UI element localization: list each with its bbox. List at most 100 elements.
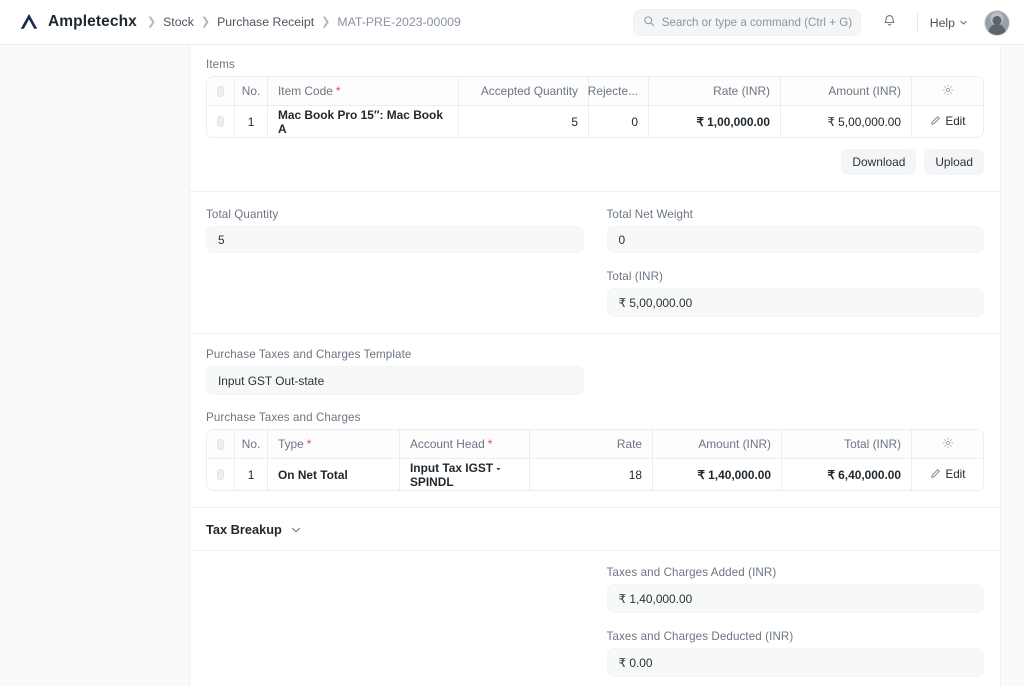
- notifications-button[interactable]: [875, 8, 905, 38]
- breadcrumb-item-document-id[interactable]: MAT-PRE-2023-00009: [337, 15, 461, 29]
- totals-right-column: Total Net Weight 0 Total (INR) ₹ 5,00,00…: [607, 208, 985, 317]
- taxes-charges-deducted-value[interactable]: ₹ 0.00: [607, 648, 985, 677]
- taxes-col-rate: Rate: [530, 430, 653, 458]
- items-row-rate[interactable]: ₹ 1,00,000.00: [649, 106, 781, 137]
- items-section-label: Items: [206, 58, 984, 71]
- download-button[interactable]: Download: [841, 149, 916, 175]
- ampletechx-logo-icon: [18, 11, 40, 33]
- avatar[interactable]: [984, 10, 1010, 36]
- taxes-charges-added-value[interactable]: ₹ 1,40,000.00: [607, 584, 985, 613]
- items-col-accepted-quantity: Accepted Quantity: [459, 77, 589, 105]
- brand-home-link[interactable]: Ampletechx: [18, 11, 137, 33]
- items-grid-header-row: No. Item Code* Accepted Quantity Rejecte…: [207, 77, 983, 105]
- tax-breakup-section: Taxes and Charges Added (INR) ₹ 1,40,000…: [190, 551, 1000, 686]
- taxes-section: Purchase Taxes and Charges Template Inpu…: [190, 334, 1000, 491]
- taxes-grid-settings-button[interactable]: [912, 430, 983, 458]
- taxes-template-value[interactable]: Input GST Out-state: [206, 366, 584, 395]
- left-gutter: [0, 45, 190, 686]
- bell-icon: [882, 13, 897, 33]
- pencil-icon: [930, 468, 941, 482]
- total-quantity-field: Total Quantity 5: [206, 208, 584, 253]
- total-inr-value[interactable]: ₹ 5,00,000.00: [607, 288, 985, 317]
- taxes-row-rate[interactable]: 18: [530, 459, 653, 490]
- gear-icon: [942, 84, 954, 99]
- taxes-template-field: Purchase Taxes and Charges Template Inpu…: [206, 348, 584, 395]
- breadcrumb-separator-icon: ❯: [147, 17, 156, 28]
- taxes-row-edit-label: Edit: [946, 468, 966, 481]
- items-col-rate: Rate (INR): [649, 77, 781, 105]
- taxes-select-all-checkbox[interactable]: [207, 430, 235, 458]
- taxes-row-edit-button[interactable]: Edit: [912, 459, 983, 490]
- breadcrumb: ❯ Stock ❯ Purchase Receipt ❯ MAT-PRE-202…: [147, 15, 461, 29]
- totals-section: Total Quantity 5 Total Net Weight 0 Tota…: [190, 192, 1000, 333]
- items-row-edit-label: Edit: [946, 115, 966, 128]
- breadcrumb-item-stock[interactable]: Stock: [163, 15, 194, 29]
- tax-breakup-section-toggle[interactable]: Tax Breakup: [190, 508, 1000, 550]
- taxes-row-total[interactable]: ₹ 6,40,000.00: [782, 459, 912, 490]
- breadcrumb-item-purchase-receipt[interactable]: Purchase Receipt: [217, 15, 314, 29]
- taxes-row-amount[interactable]: ₹ 1,40,000.00: [653, 459, 782, 490]
- breadcrumb-separator-icon: ❯: [201, 17, 210, 28]
- search-icon: [643, 14, 655, 32]
- taxes-col-amount: Amount (INR): [653, 430, 782, 458]
- breadcrumb-separator-icon: ❯: [321, 17, 330, 28]
- taxes-template-label: Purchase Taxes and Charges Template: [206, 348, 584, 361]
- help-label: Help: [930, 16, 955, 30]
- taxes-grid-label: Purchase Taxes and Charges: [206, 411, 984, 424]
- taxes-charges-added-field: Taxes and Charges Added (INR) ₹ 1,40,000…: [607, 566, 985, 613]
- total-net-weight-field: Total Net Weight 0: [607, 208, 985, 253]
- total-net-weight-label: Total Net Weight: [607, 208, 985, 221]
- taxes-template-spacer: [607, 348, 985, 395]
- taxes-row-no: 1: [235, 459, 268, 490]
- items-col-rejected-quantity: Rejecte...: [589, 77, 649, 105]
- taxes-charges-deducted-field: Taxes and Charges Deducted (INR) ₹ 0.00: [607, 630, 985, 677]
- items-col-no: No.: [235, 77, 268, 105]
- search-input[interactable]: Search or type a command (Ctrl + G): [633, 9, 861, 36]
- taxes-col-no: No.: [235, 430, 268, 458]
- taxes-col-account-head: Account Head*: [400, 430, 530, 458]
- form-content-panel: Items No. Item Code* Accepted Quantity R…: [190, 45, 1000, 686]
- items-section: Items No. Item Code* Accepted Quantity R…: [190, 45, 1000, 175]
- total-inr-label: Total (INR): [607, 270, 985, 283]
- required-marker: *: [336, 85, 341, 97]
- items-grid: No. Item Code* Accepted Quantity Rejecte…: [206, 76, 984, 138]
- items-select-all-checkbox[interactable]: [207, 77, 235, 105]
- total-quantity-label: Total Quantity: [206, 208, 584, 221]
- items-grid-settings-button[interactable]: [912, 77, 983, 105]
- taxes-row-account-head[interactable]: Input Tax IGST - SPINDL: [400, 459, 530, 490]
- items-col-item-code: Item Code*: [268, 77, 459, 105]
- items-row-amount[interactable]: ₹ 5,00,000.00: [781, 106, 912, 137]
- items-row-checkbox[interactable]: [207, 106, 235, 137]
- items-row-edit-button[interactable]: Edit: [912, 106, 983, 137]
- pencil-icon: [930, 115, 941, 129]
- items-row-no: 1: [235, 106, 268, 137]
- taxes-charges-added-label: Taxes and Charges Added (INR): [607, 566, 985, 579]
- tax-breakup-title: Tax Breakup: [206, 522, 282, 537]
- taxes-row-type[interactable]: On Net Total: [268, 459, 400, 490]
- taxes-charges-deducted-label: Taxes and Charges Deducted (INR): [607, 630, 985, 643]
- chevron-down-icon: [290, 524, 302, 536]
- top-navbar: Ampletechx ❯ Stock ❯ Purchase Receipt ❯ …: [0, 0, 1024, 45]
- chevron-down-icon: [959, 16, 968, 30]
- total-net-weight-value[interactable]: 0: [607, 226, 985, 253]
- help-menu-button[interactable]: Help: [926, 12, 972, 34]
- total-inr-field: Total (INR) ₹ 5,00,000.00: [607, 270, 985, 317]
- items-row-accepted-quantity[interactable]: 5: [459, 106, 589, 137]
- page-body: Items No. Item Code* Accepted Quantity R…: [0, 45, 1024, 686]
- navbar-divider: [917, 13, 918, 33]
- table-row[interactable]: 1 On Net Total Input Tax IGST - SPINDL 1…: [207, 458, 983, 490]
- table-row[interactable]: 1 Mac Book Pro 15″: Mac Book A 5 0 ₹ 1,0…: [207, 105, 983, 137]
- items-row-rejected-quantity[interactable]: 0: [589, 106, 649, 137]
- brand-name: Ampletechx: [48, 13, 137, 31]
- taxes-row-checkbox[interactable]: [207, 459, 235, 490]
- taxes-col-total: Total (INR): [782, 430, 912, 458]
- total-quantity-value[interactable]: 5: [206, 226, 584, 253]
- items-col-amount: Amount (INR): [781, 77, 912, 105]
- upload-button[interactable]: Upload: [924, 149, 984, 175]
- taxes-col-type: Type*: [268, 430, 400, 458]
- totals-left-column: Total Quantity 5: [206, 208, 584, 317]
- search-placeholder-text: Search or type a command (Ctrl + G): [662, 16, 852, 29]
- items-row-item-code[interactable]: Mac Book Pro 15″: Mac Book A: [268, 106, 459, 137]
- gear-icon: [942, 437, 954, 452]
- navbar-right-cluster: Search or type a command (Ctrl + G) Help: [633, 0, 1010, 45]
